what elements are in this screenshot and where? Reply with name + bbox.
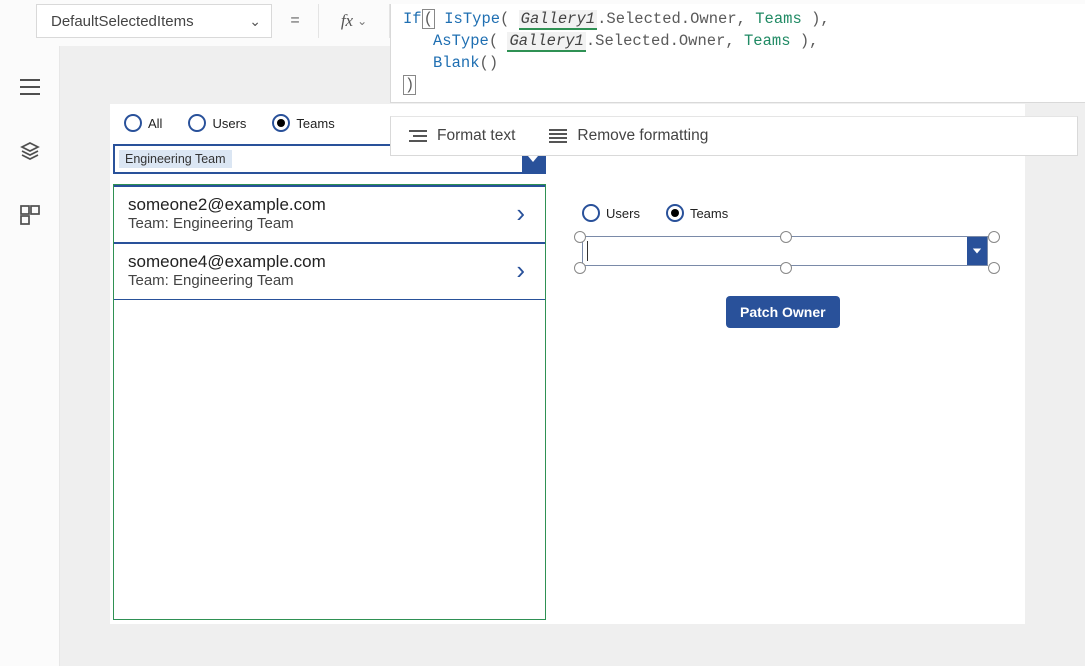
hamburger-icon[interactable] <box>19 76 41 98</box>
patch-owner-button[interactable]: Patch Owner <box>726 296 840 328</box>
close-paren: ) <box>403 75 416 95</box>
patch-owner-label: Patch Owner <box>740 304 826 320</box>
left-rail <box>0 46 60 666</box>
ref-gallery1: Gallery1 <box>507 32 585 52</box>
gallery1[interactable]: someone2@example.com Team: Engineering T… <box>113 184 546 620</box>
left-filter-radios: All Users Teams <box>124 114 355 132</box>
gallery-item-email: someone2@example.com <box>128 195 326 215</box>
fn-astype: AsType <box>433 32 489 50</box>
rec-teams: Teams <box>755 10 802 28</box>
resize-handle[interactable] <box>574 262 586 274</box>
formula-editor[interactable]: If( IsType( Gallery1.Selected.Owner, Tea… <box>390 4 1085 103</box>
resize-handle[interactable] <box>780 231 792 243</box>
right-filter-radios: Users Teams <box>582 204 748 222</box>
text-caret <box>587 241 588 261</box>
gallery-item-subtitle: Team: Engineering Team <box>128 272 326 289</box>
fn-istype: IsType <box>444 10 500 28</box>
remove-formatting-icon <box>549 129 567 143</box>
team-filter-chip: Engineering Team <box>119 150 232 168</box>
format-text-button[interactable]: Format text <box>409 127 515 145</box>
radio-all[interactable] <box>124 114 142 132</box>
app-canvas[interactable]: All Users Teams Engineering Team someone… <box>110 104 1025 624</box>
chevron-down-icon: ⌄ <box>357 14 367 28</box>
fn-if: If <box>403 10 422 28</box>
radio-teams[interactable] <box>272 114 290 132</box>
format-text-label: Format text <box>437 127 515 145</box>
chevron-down-icon: ⌄ <box>249 13 261 30</box>
resize-handle[interactable] <box>780 262 792 274</box>
radio-teams-right[interactable] <box>666 204 684 222</box>
gallery-item-email: someone4@example.com <box>128 252 326 272</box>
remove-formatting-label: Remove formatting <box>577 127 708 145</box>
fx-button[interactable]: fx ⌄ <box>319 4 390 38</box>
resize-handle[interactable] <box>988 231 1000 243</box>
fx-icon: fx <box>341 11 353 31</box>
gallery-item[interactable]: someone4@example.com Team: Engineering T… <box>114 243 545 300</box>
resize-handle[interactable] <box>988 262 1000 274</box>
gallery-item[interactable]: someone2@example.com Team: Engineering T… <box>114 185 545 243</box>
components-icon[interactable] <box>19 204 41 226</box>
radio-teams-right-label: Teams <box>690 206 728 221</box>
rec-teams: Teams <box>744 32 791 50</box>
open-paren: ( <box>422 9 435 29</box>
remove-formatting-button[interactable]: Remove formatting <box>549 127 708 145</box>
selected-combobox-control[interactable] <box>570 232 1000 272</box>
radio-teams-label: Teams <box>296 116 334 131</box>
layers-icon[interactable] <box>19 140 41 162</box>
gallery-item-subtitle: Team: Engineering Team <box>128 215 326 232</box>
equals-label: = <box>272 4 319 38</box>
property-selector[interactable]: DefaultSelectedItems ⌄ <box>36 4 272 38</box>
radio-all-label: All <box>148 116 162 131</box>
chevron-right-icon[interactable]: › <box>516 198 531 229</box>
chevron-down-icon[interactable] <box>967 237 987 265</box>
resize-handle[interactable] <box>574 231 586 243</box>
format-text-icon <box>409 129 427 143</box>
radio-users-right-label: Users <box>606 206 640 221</box>
property-name: DefaultSelectedItems <box>51 13 194 30</box>
fn-blank: Blank <box>433 54 480 72</box>
ref-gallery1: Gallery1 <box>519 10 597 30</box>
formula-toolbar: Format text Remove formatting <box>390 116 1078 156</box>
radio-users[interactable] <box>188 114 206 132</box>
radio-users-right[interactable] <box>582 204 600 222</box>
chevron-right-icon[interactable]: › <box>516 255 531 286</box>
radio-users-label: Users <box>212 116 246 131</box>
